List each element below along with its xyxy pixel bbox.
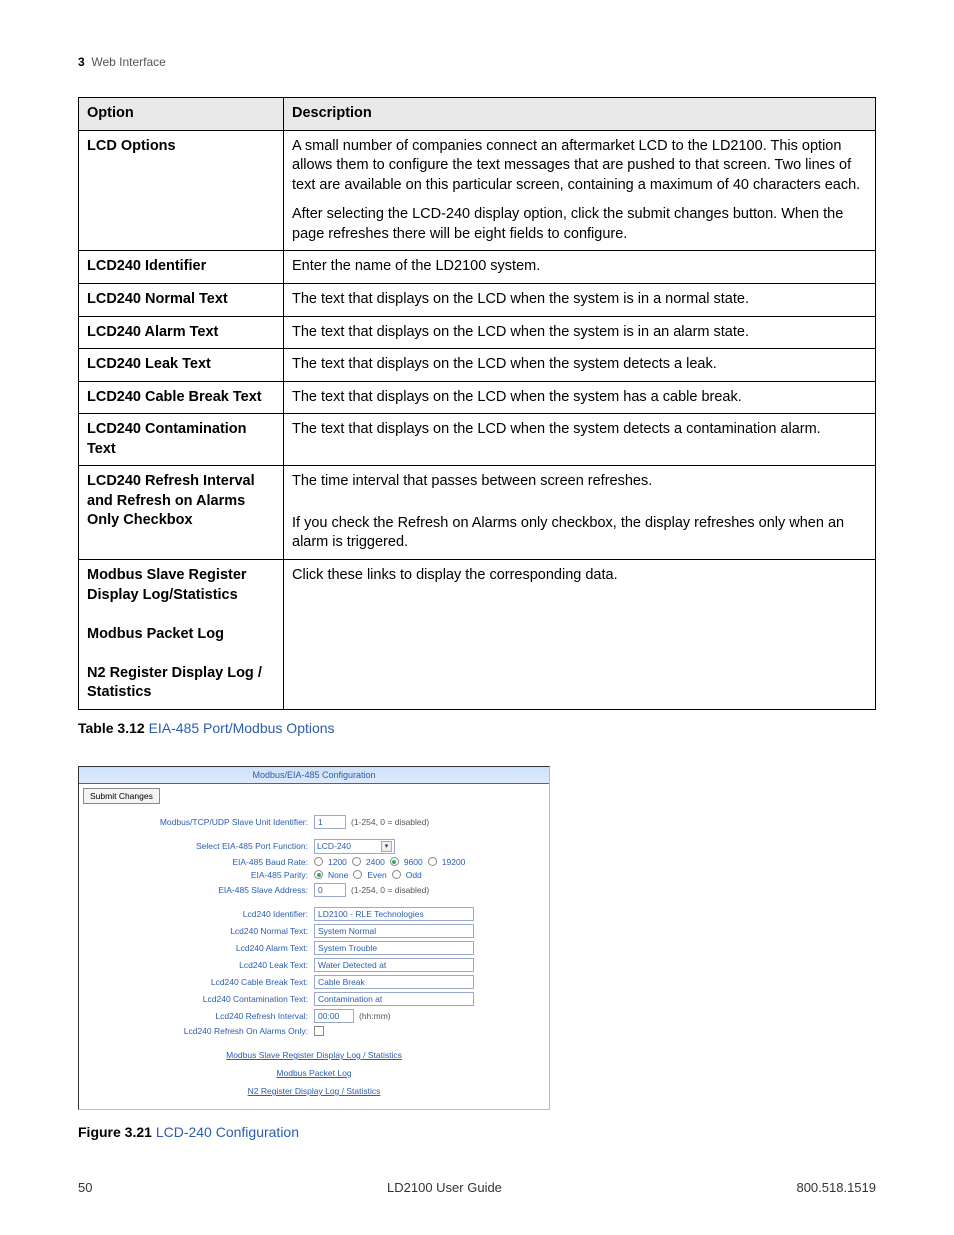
- lcd-normal-text-input[interactable]: [314, 924, 474, 938]
- table-row: LCD240 Identifier Enter the name of the …: [79, 251, 876, 284]
- table-row: LCD240 Contamination Text The text that …: [79, 414, 876, 466]
- figure-caption: Figure 3.21 LCD-240 Configuration: [78, 1124, 558, 1140]
- table-row: LCD Options A small number of companies …: [79, 130, 876, 251]
- form-title: Modbus/EIA-485 Configuration: [79, 767, 549, 784]
- chapter-number: 3: [78, 55, 85, 69]
- table-row: LCD240 Cable Break Text The text that di…: [79, 381, 876, 414]
- slave-unit-id-input[interactable]: [314, 815, 346, 829]
- options-table: Option Description LCD Options A small n…: [78, 97, 876, 710]
- field-label: Lcd240 Alarm Text:: [79, 943, 314, 953]
- field-label: Select EIA-485 Port Function:: [79, 841, 314, 851]
- field-label: EIA-485 Baud Rate:: [79, 857, 314, 867]
- modbus-slave-register-link[interactable]: Modbus Slave Register Display Log / Stat…: [226, 1050, 402, 1060]
- field-label: EIA-485 Slave Address:: [79, 885, 314, 895]
- field-label: Lcd240 Identifier:: [79, 909, 314, 919]
- field-label: Lcd240 Leak Text:: [79, 960, 314, 970]
- field-suffix: (1-254, 0 = disabled): [351, 817, 429, 827]
- table-caption-label: Table 3.12: [78, 720, 145, 736]
- port-function-select[interactable]: LCD-240 ▾: [314, 839, 395, 854]
- lcd-leak-text-input[interactable]: [314, 958, 474, 972]
- chevron-down-icon: ▾: [381, 841, 392, 852]
- field-label: Modbus/TCP/UDP Slave Unit Identifier:: [79, 817, 314, 827]
- col-header-option: Option: [79, 98, 284, 131]
- baud-2400-radio[interactable]: [352, 857, 361, 866]
- field-suffix: (hh:mm): [359, 1011, 391, 1021]
- table-caption-text: EIA-485 Port/Modbus Options: [149, 720, 335, 736]
- lcd-contamination-text-input[interactable]: [314, 992, 474, 1006]
- baud-19200-radio[interactable]: [428, 857, 437, 866]
- field-label: EIA-485 Parity:: [79, 870, 314, 880]
- table-row: LCD240 Alarm Text The text that displays…: [79, 316, 876, 349]
- table-row: LCD240 Normal Text The text that display…: [79, 283, 876, 316]
- footer-center: LD2100 User Guide: [387, 1180, 502, 1195]
- field-label: Lcd240 Cable Break Text:: [79, 977, 314, 987]
- lcd-refresh-interval-input[interactable]: [314, 1009, 354, 1023]
- lcd-alarm-text-input[interactable]: [314, 941, 474, 955]
- lcd-identifier-input[interactable]: [314, 907, 474, 921]
- modbus-packet-log-link[interactable]: Modbus Packet Log: [276, 1068, 351, 1078]
- parity-none-radio[interactable]: [314, 870, 323, 879]
- figure-caption-text: LCD-240 Configuration: [156, 1124, 299, 1140]
- slave-address-input[interactable]: [314, 883, 346, 897]
- table-row: LCD240 Leak Text The text that displays …: [79, 349, 876, 382]
- footer-right: 800.518.1519: [796, 1180, 876, 1195]
- n2-register-link[interactable]: N2 Register Display Log / Statistics: [248, 1086, 381, 1096]
- parity-odd-radio[interactable]: [392, 870, 401, 879]
- table-row: LCD240 Refresh Interval and Refresh on A…: [79, 466, 876, 560]
- baud-9600-radio[interactable]: [390, 857, 399, 866]
- field-label: Lcd240 Normal Text:: [79, 926, 314, 936]
- field-label: Lcd240 Refresh On Alarms Only:: [79, 1026, 314, 1036]
- page-footer: 50 LD2100 User Guide 800.518.1519: [78, 1180, 876, 1195]
- table-row: Modbus Slave Register Display Log/Statis…: [79, 560, 876, 710]
- config-form-screenshot: Modbus/EIA-485 Configuration Submit Chan…: [78, 766, 550, 1110]
- lcd-cable-break-text-input[interactable]: [314, 975, 474, 989]
- table-caption: Table 3.12 EIA-485 Port/Modbus Options: [78, 720, 876, 736]
- col-header-description: Description: [284, 98, 876, 131]
- submit-changes-button[interactable]: Submit Changes: [83, 788, 160, 804]
- field-label: Lcd240 Contamination Text:: [79, 994, 314, 1004]
- breadcrumb: 3 Web Interface: [78, 55, 876, 69]
- field-suffix: (1-254, 0 = disabled): [351, 885, 429, 895]
- baud-1200-radio[interactable]: [314, 857, 323, 866]
- chapter-title: Web Interface: [91, 55, 165, 69]
- field-label: Lcd240 Refresh Interval:: [79, 1011, 314, 1021]
- figure-caption-label: Figure 3.21: [78, 1124, 152, 1140]
- parity-even-radio[interactable]: [353, 870, 362, 879]
- page-number: 50: [78, 1180, 92, 1195]
- refresh-on-alarms-checkbox[interactable]: [314, 1026, 324, 1036]
